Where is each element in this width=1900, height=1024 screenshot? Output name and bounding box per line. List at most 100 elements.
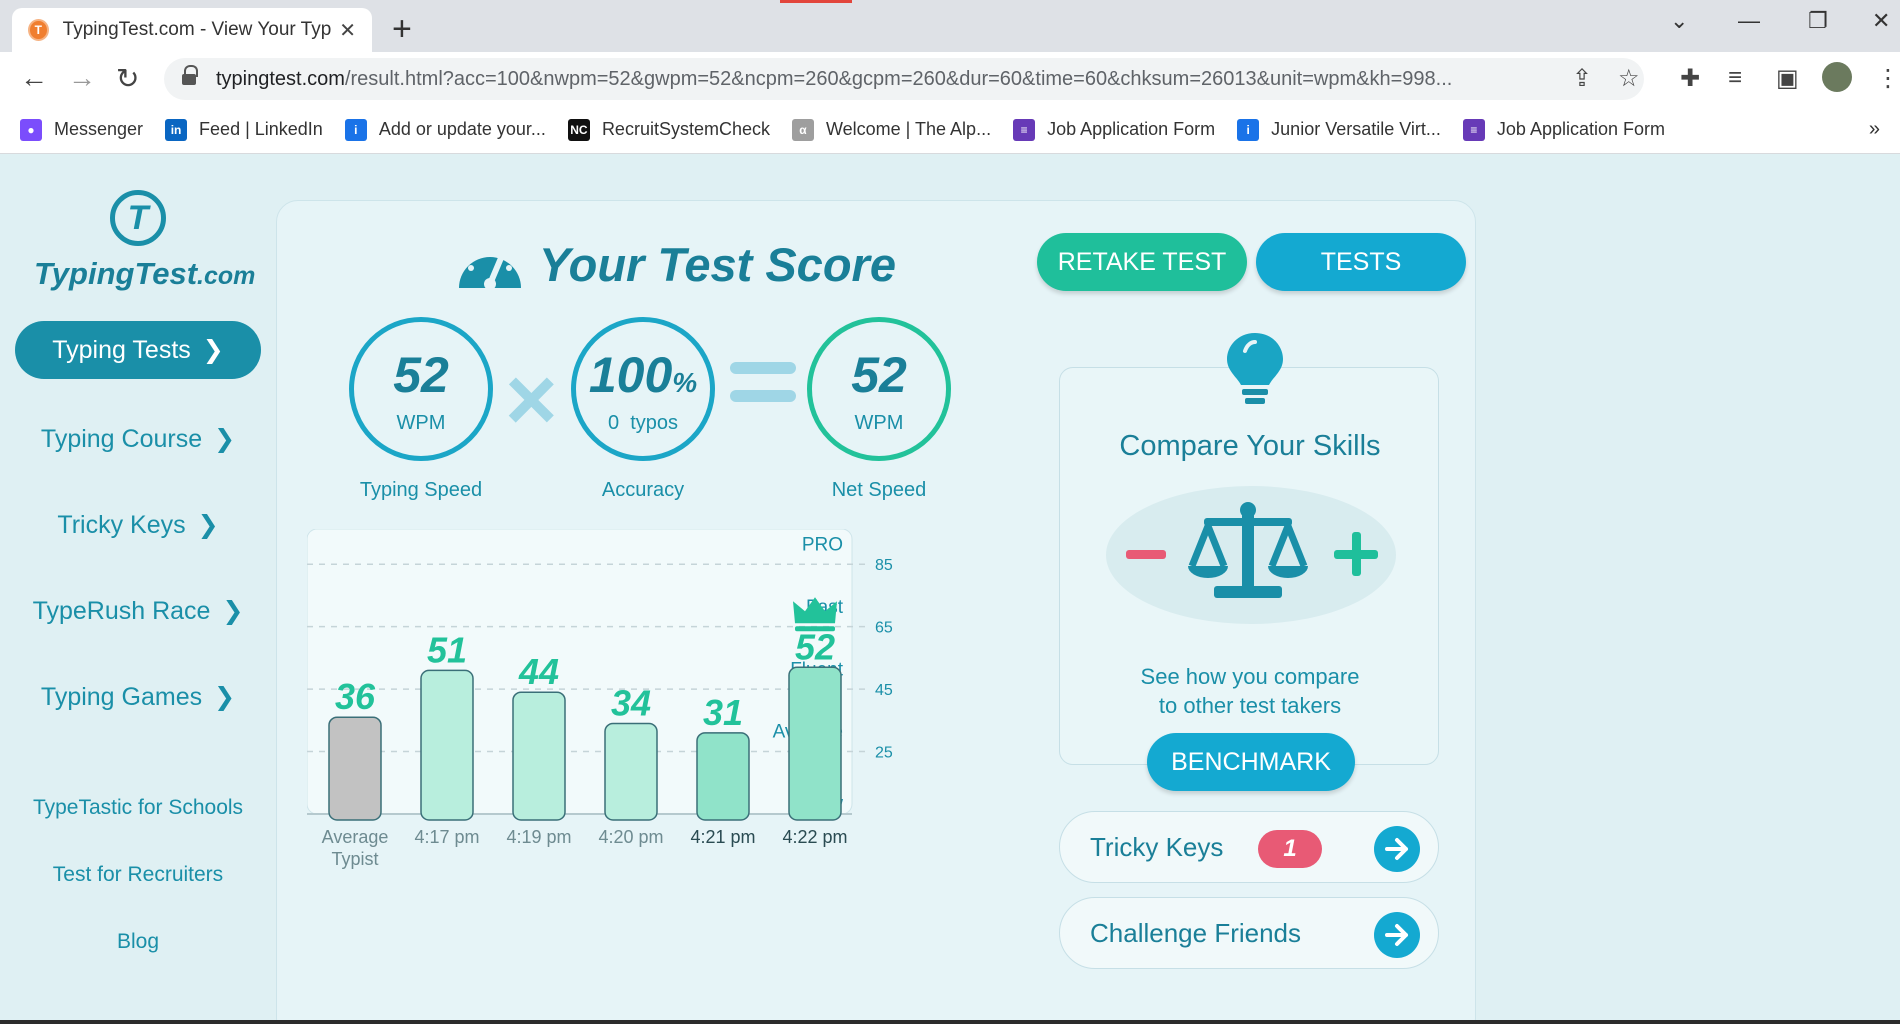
pin-icon: i [1237, 118, 1260, 141]
bookmarks-bar: ● Messenger in Feed | LinkedIn i Add or updat… [0, 106, 1900, 154]
side-panel-icon[interactable]: ▣ [1776, 64, 1799, 93]
challenge-friends-row[interactable]: Challenge Friends [1059, 897, 1439, 969]
bookmark-label: Feed | LinkedIn [199, 119, 323, 139]
tests-button[interactable]: TESTS [1256, 233, 1466, 291]
nav-typing-course[interactable]: Typing Course ❯ [0, 424, 276, 454]
net-speed-value: 52 [851, 347, 907, 403]
reload-icon[interactable]: ↻ [116, 62, 139, 95]
equals-icon [730, 362, 796, 418]
chart-category-label: Typist [331, 849, 378, 869]
nc-icon: NC [567, 118, 590, 141]
bookmark-item[interactable]: ● Messenger [20, 118, 143, 141]
benchmark-button[interactable]: BENCHMARK [1147, 733, 1355, 791]
bookmark-item[interactable]: ≡ Job Application Form [1462, 118, 1665, 141]
speedometer-icon [459, 248, 521, 290]
link-test-recruiters[interactable]: Test for Recruiters [0, 863, 276, 887]
tricky-keys-label: Tricky Keys [1090, 831, 1224, 862]
media-queue-icon[interactable]: ≡ [1728, 64, 1742, 92]
nav-tricky-keys[interactable]: Tricky Keys ❯ [0, 510, 276, 540]
window-minimize-icon[interactable]: — [1738, 8, 1760, 34]
bookmarks-overflow-icon[interactable]: » [1869, 118, 1880, 141]
bookmark-star-icon[interactable]: ☆ [1618, 64, 1640, 93]
extensions-puzzle-icon[interactable]: ✚ [1680, 64, 1700, 93]
typing-speed-label: Typing Speed [359, 479, 483, 501]
typing-speed-unit: WPM [396, 412, 446, 434]
messenger-icon: ● [20, 118, 42, 141]
window-restore-icon[interactable]: ❐ [1808, 8, 1828, 34]
tab-strip-accent [780, 0, 852, 3]
browser-toolbar: ← → ↻ typingtest.com/result.html?acc=100… [0, 52, 1900, 106]
nav-typing-games[interactable]: Typing Games ❯ [0, 682, 276, 712]
net-speed-circle: 52 WPM [807, 317, 951, 461]
browser-tab-active[interactable]: T TypingTest.com - View Your Typir ✕ [12, 8, 372, 52]
linkedin-icon: in [165, 118, 188, 141]
chart-value-label: 44 [518, 651, 559, 692]
bookmark-item[interactable]: NC RecruitSystemCheck [567, 118, 770, 141]
tab-close-icon[interactable]: ✕ [339, 18, 356, 43]
new-tab-plus-icon[interactable]: + [392, 10, 412, 49]
chart-bar [512, 691, 566, 821]
chart-tick-label: 45 [875, 682, 893, 699]
chart-bar [604, 722, 658, 821]
nav-typing-tests-label: Typing Tests [52, 335, 191, 364]
forms-icon: ≡ [1462, 118, 1485, 141]
tricky-keys-count-badge: 1 [1258, 830, 1322, 868]
bookmark-item[interactable]: i Junior Versatile Virt... [1237, 118, 1441, 141]
address-bar[interactable]: typingtest.com/result.html?acc=100&nwpm=… [164, 58, 1644, 100]
chart-value-label: 34 [611, 682, 651, 723]
nav-typing-tests[interactable]: Typing Tests ❯ [15, 321, 261, 379]
site-logo-text[interactable]: TypingTest.com [34, 256, 255, 292]
chart-bar [328, 716, 382, 821]
chart-level-label: PRO [802, 534, 843, 555]
back-arrow-icon[interactable]: ← [20, 62, 48, 94]
forms-icon: ≡ [1013, 118, 1036, 141]
profile-avatar[interactable] [1822, 62, 1852, 92]
alpha-icon: α [791, 118, 814, 141]
accuracy-number: 100 [588, 347, 673, 403]
accuracy-value: 100% [576, 346, 710, 404]
tab-title: TypingTest.com - View Your Typir [62, 19, 332, 40]
bookmark-item[interactable]: α Welcome | The Alp... [791, 118, 991, 141]
forward-arrow-icon[interactable]: → [68, 62, 96, 94]
tab-search-chevron-icon[interactable]: ⌄ [1670, 8, 1688, 34]
chart-value-label: 52 [795, 626, 835, 667]
scale-backdrop [1106, 486, 1396, 624]
lock-icon [182, 65, 198, 87]
browser-menu-icon[interactable]: ⋮ [1876, 64, 1900, 93]
compare-skills-panel: Compare Your Skills See how you compare … [1059, 367, 1439, 765]
nav-label: Tricky Keys [57, 511, 186, 539]
net-speed-unit: WPM [854, 412, 904, 434]
compare-line-1: See how you compare [1140, 664, 1360, 689]
typingtest-logo-icon[interactable]: T [110, 190, 166, 246]
typing-speed-circle: 52 WPM [349, 317, 493, 461]
chart-bar [788, 666, 842, 821]
bookmark-item[interactable]: i Add or update your... [344, 118, 546, 141]
page-scrollbar[interactable] [1886, 154, 1900, 1024]
tricky-keys-row[interactable]: Tricky Keys 1 [1059, 811, 1439, 883]
link-typetastic-schools[interactable]: TypeTastic for Schools [0, 796, 276, 820]
retake-test-button[interactable]: RETAKE TEST [1037, 233, 1247, 291]
bookmark-item[interactable]: in Feed | LinkedIn [165, 118, 323, 141]
multiply-icon: × [505, 350, 558, 450]
bookmark-item[interactable]: ≡ Job Application Form [1013, 118, 1215, 141]
tricky-keys-arrow-icon[interactable] [1374, 826, 1420, 872]
challenge-friends-arrow-icon[interactable] [1374, 912, 1420, 958]
chart-value-label: 36 [335, 676, 376, 717]
compare-line-2: to other test takers [1158, 693, 1342, 718]
info-icon: i [344, 118, 367, 141]
lightbulb-icon [1227, 333, 1283, 404]
url-domain: typingtest.com [216, 67, 345, 90]
chart-category-label: 4:17 pm [414, 827, 479, 847]
window-close-icon[interactable]: ✕ [1872, 8, 1890, 34]
chart-category-label: 4:19 pm [506, 827, 571, 847]
share-icon[interactable]: ⇪ [1572, 64, 1592, 93]
typing-speed-value: 52 [393, 347, 449, 403]
balance-scale-icon [1126, 502, 1378, 598]
chart-plot-area [307, 529, 853, 815]
link-blog[interactable]: Blog [0, 930, 276, 954]
logo-name: TypingTest [34, 256, 198, 291]
nav-typerush-race[interactable]: TypeRush Race ❯ [0, 596, 276, 626]
nav-label: Typing Course [40, 425, 203, 453]
chevron-right-icon: ❯ [214, 683, 236, 711]
page-content: T TypingTest.com Typing Tests ❯ Typing Co… [0, 154, 1900, 1024]
